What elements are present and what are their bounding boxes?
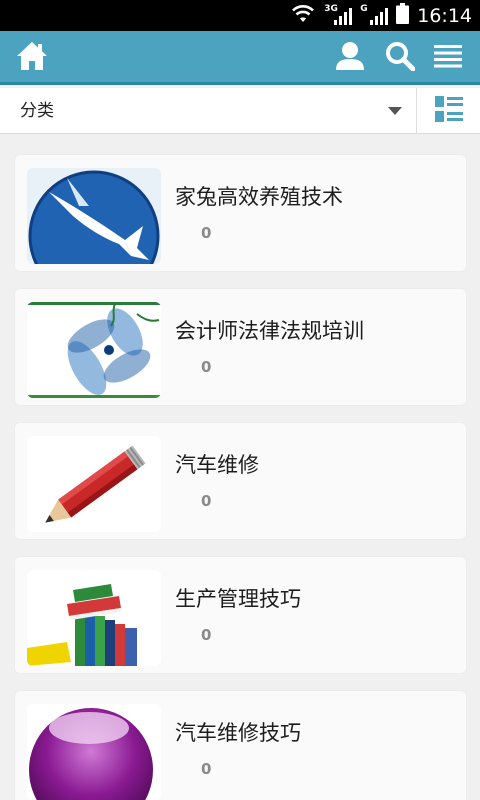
item-count: 0 xyxy=(201,760,212,778)
network-type-g: G xyxy=(360,3,368,14)
user-button[interactable] xyxy=(326,31,374,85)
status-bar: 3G G 16:14 xyxy=(0,0,480,31)
item-title: 家兔高效养殖技术 xyxy=(175,185,343,209)
app-bar xyxy=(0,31,480,85)
search-button[interactable] xyxy=(376,31,424,85)
item-title: 汽车维修 xyxy=(175,453,259,477)
thumbnail-blue-flower xyxy=(27,302,161,398)
clock: 16:14 xyxy=(417,4,472,27)
wifi-icon xyxy=(290,4,316,28)
home-button[interactable] xyxy=(8,31,56,85)
list-item[interactable]: 汽车维修 0 xyxy=(14,422,467,540)
list-item[interactable]: 家兔高效养殖技术 0 xyxy=(14,154,467,272)
view-toggle-button[interactable] xyxy=(417,88,480,134)
category-label: 分类 xyxy=(20,101,54,121)
list-item[interactable]: 汽车维修技巧 0 xyxy=(14,690,467,800)
list-view-icon xyxy=(434,96,463,126)
item-count: 0 xyxy=(201,626,212,644)
item-title: 生产管理技巧 xyxy=(175,587,301,611)
search-icon xyxy=(385,41,416,75)
filter-bar: 分类 xyxy=(0,88,480,134)
item-title: 会计师法律法规培训 xyxy=(175,319,364,343)
user-icon xyxy=(335,41,365,75)
item-count: 0 xyxy=(201,492,212,510)
thumbnail-purple-orb xyxy=(27,704,161,800)
item-count: 0 xyxy=(201,224,212,242)
category-dropdown[interactable]: 分类 xyxy=(0,88,416,134)
thumbnail-swordfish-logo xyxy=(27,168,161,264)
item-title: 汽车维修技巧 xyxy=(175,721,301,745)
battery-icon xyxy=(396,3,410,28)
chevron-down-icon xyxy=(388,107,402,115)
thumbnail-book-stack xyxy=(27,570,161,666)
list-item[interactable]: 会计师法律法规培训 0 xyxy=(14,288,467,406)
signal-icon: 3G xyxy=(324,4,353,27)
thumbnail-red-pencil xyxy=(27,436,161,532)
item-count: 0 xyxy=(201,358,212,376)
menu-button[interactable] xyxy=(424,31,472,85)
home-icon xyxy=(16,41,48,75)
list-item[interactable]: 生产管理技巧 0 xyxy=(14,556,467,674)
menu-icon xyxy=(434,44,462,72)
signal-icon: G xyxy=(360,3,389,27)
